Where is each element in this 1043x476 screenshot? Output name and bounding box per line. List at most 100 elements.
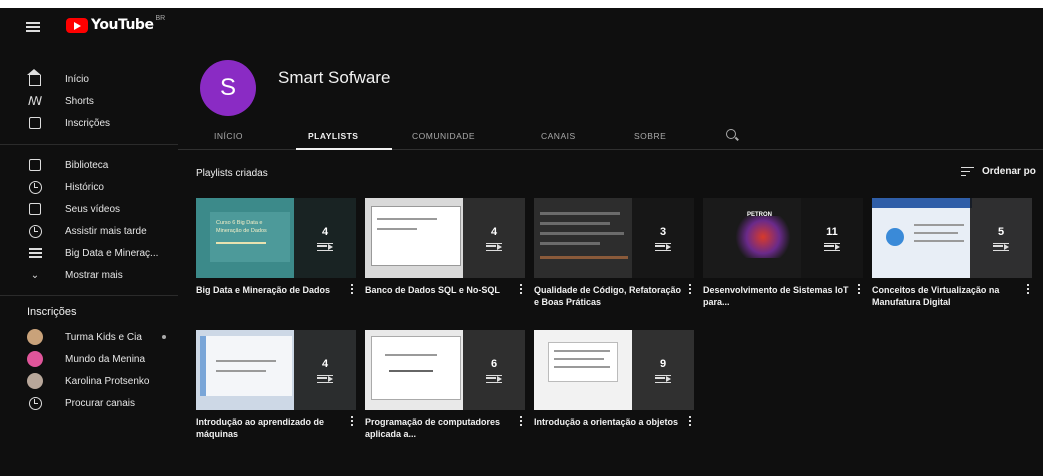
playlist-thumbnail[interactable]: 6: [365, 330, 525, 410]
more-options-icon[interactable]: [351, 416, 354, 427]
thumbnail-text: PETRON: [747, 212, 773, 218]
chevron-down-icon: ⌄: [30, 269, 40, 281]
add-circle-icon: [28, 396, 42, 410]
search-icon[interactable]: [726, 129, 736, 139]
video-count: 5: [997, 225, 1005, 238]
playlist-thumbnail[interactable]: 3: [534, 198, 694, 278]
playlist-overlay: 6: [463, 330, 525, 410]
youtube-app: YouTube BR Início ꟿ Shorts Inscrições Bi…: [0, 8, 1043, 476]
your-videos-icon: [28, 202, 42, 216]
tab-channels[interactable]: CANAIS: [541, 131, 576, 141]
avatar: [27, 373, 43, 389]
sidebar-item-label: Biblioteca: [65, 159, 109, 171]
thumbnail-art: [733, 216, 793, 258]
thumbnail-text: Curso 6 Big Data e: [216, 220, 263, 226]
browse-channels[interactable]: Procurar canais: [0, 392, 178, 414]
playlist-thumbnail[interactable]: 4: [365, 198, 525, 278]
more-options-icon[interactable]: [858, 284, 861, 295]
sidebar-item-label: Histórico: [65, 181, 104, 193]
video-count: 4: [321, 357, 329, 370]
playlist-title[interactable]: Big Data e Mineração de Dados: [196, 284, 344, 296]
playlist-play-icon: [824, 242, 840, 251]
tab-community[interactable]: COMUNIDADE: [412, 131, 475, 141]
playlist-overlay: 4: [294, 198, 356, 278]
playlist-thumbnail[interactable]: 5: [872, 198, 1032, 278]
channel-name: Smart Sofware: [278, 68, 391, 87]
channel-avatar[interactable]: S: [200, 60, 256, 116]
thumbnail-line: [389, 370, 433, 372]
logo-country-badge: BR: [155, 15, 166, 22]
more-options-icon[interactable]: [351, 284, 354, 295]
thumbnail-line: [540, 222, 610, 225]
playlist-thumbnail[interactable]: PETRON 11: [703, 198, 863, 278]
thumbnail-header: [872, 198, 972, 208]
playlist-thumbnail[interactable]: 9: [534, 330, 694, 410]
playlist-title[interactable]: Programação de computadores aplicada a..…: [365, 416, 513, 440]
avatar: [27, 351, 43, 367]
more-options-icon[interactable]: [689, 416, 692, 427]
thumbnail-slide: [200, 336, 292, 396]
playlist-thumbnail[interactable]: 4: [196, 330, 356, 410]
playlist-title[interactable]: Qualidade de Código, Refatoração e Boas …: [534, 284, 682, 308]
sidebar-item-home[interactable]: Início: [0, 68, 178, 90]
sort-icon: [961, 166, 974, 177]
menu-icon[interactable]: [26, 22, 40, 32]
playlist-play-icon: [317, 374, 333, 383]
thumbnail-line: [216, 370, 266, 372]
sidebar-item-watch-later[interactable]: Assistir mais tarde: [0, 220, 178, 242]
video-count: 4: [321, 225, 329, 238]
youtube-logo[interactable]: YouTube BR: [66, 15, 166, 33]
playlist-title[interactable]: Conceitos de Virtualização na Manufatura…: [872, 284, 1020, 308]
playlist-overlay: 9: [632, 330, 694, 410]
sidebar-item-label: Procurar canais: [65, 397, 136, 409]
thumbnail-line: [377, 218, 437, 220]
subscription-item[interactable]: Karolina Protsenko: [0, 370, 178, 392]
playlist-title[interactable]: Desenvolvimento de Sistemas IoT para...: [703, 284, 851, 308]
playlist-title[interactable]: Introdução ao aprendizado de máquinas: [196, 416, 344, 440]
top-bar: YouTube BR: [0, 8, 178, 48]
more-options-icon[interactable]: [520, 416, 523, 427]
subscription-item[interactable]: Turma Kids e Cia: [0, 326, 178, 348]
tab-home[interactable]: INÍCIO: [214, 131, 243, 141]
playlist-title[interactable]: Introdução a orientação a objetos: [534, 416, 682, 428]
sidebar-item-label: Assistir mais tarde: [65, 225, 147, 237]
thumbnail-art: [886, 228, 904, 246]
sidebar: YouTube BR Início ꟿ Shorts Inscrições Bi…: [0, 8, 178, 476]
sidebar-show-more[interactable]: ⌄ Mostrar mais: [0, 264, 178, 286]
divider: [0, 295, 178, 296]
sidebar-item-shorts[interactable]: ꟿ Shorts: [0, 90, 178, 112]
playlist-play-icon: [993, 242, 1009, 251]
sidebar-item-history[interactable]: Histórico: [0, 176, 178, 198]
tab-about[interactable]: SOBRE: [634, 131, 666, 141]
thumbnail-text: Mineração de Dados: [216, 228, 267, 234]
sidebar-item-playlist[interactable]: Big Data e Mineraç...: [0, 242, 178, 264]
library-icon: [28, 158, 42, 172]
avatar: [27, 329, 43, 345]
thumbnail-line: [377, 228, 417, 230]
sidebar-item-label: Seus vídeos: [65, 203, 121, 215]
sort-button[interactable]: Ordenar po: [961, 166, 1036, 177]
more-options-icon[interactable]: [1027, 284, 1030, 295]
playlist-overlay: 3: [632, 198, 694, 278]
live-dot-icon: [162, 335, 166, 339]
subscriptions-icon: [28, 116, 42, 130]
sidebar-item-label: Shorts: [65, 95, 94, 107]
logo-text: YouTube: [91, 17, 154, 33]
thumbnail-line: [914, 240, 964, 242]
sidebar-item-subscriptions[interactable]: Inscrições: [0, 112, 178, 134]
playlist-thumbnail[interactable]: Curso 6 Big Data e Mineração de Dados 4: [196, 198, 356, 278]
sidebar-item-library[interactable]: Biblioteca: [0, 154, 178, 176]
subscription-label: Mundo da Menina: [65, 353, 146, 365]
more-options-icon[interactable]: [520, 284, 523, 295]
playlist-overlay: 5: [970, 198, 1032, 278]
thumbnail-line: [216, 242, 266, 244]
sidebar-item-your-videos[interactable]: Seus vídeos: [0, 198, 178, 220]
section-title: Playlists criadas: [196, 168, 268, 179]
sidebar-item-label: Mostrar mais: [65, 269, 123, 281]
playlist-play-icon: [486, 374, 502, 383]
tab-playlists[interactable]: PLAYLISTS: [308, 131, 358, 141]
subscription-item[interactable]: Mundo da Menina: [0, 348, 178, 370]
playlist-title[interactable]: Banco de Dados SQL e No-SQL: [365, 284, 513, 296]
more-options-icon[interactable]: [689, 284, 692, 295]
channel-page: S Smart Sofware INÍCIO PLAYLISTS COMUNID…: [178, 8, 1043, 476]
